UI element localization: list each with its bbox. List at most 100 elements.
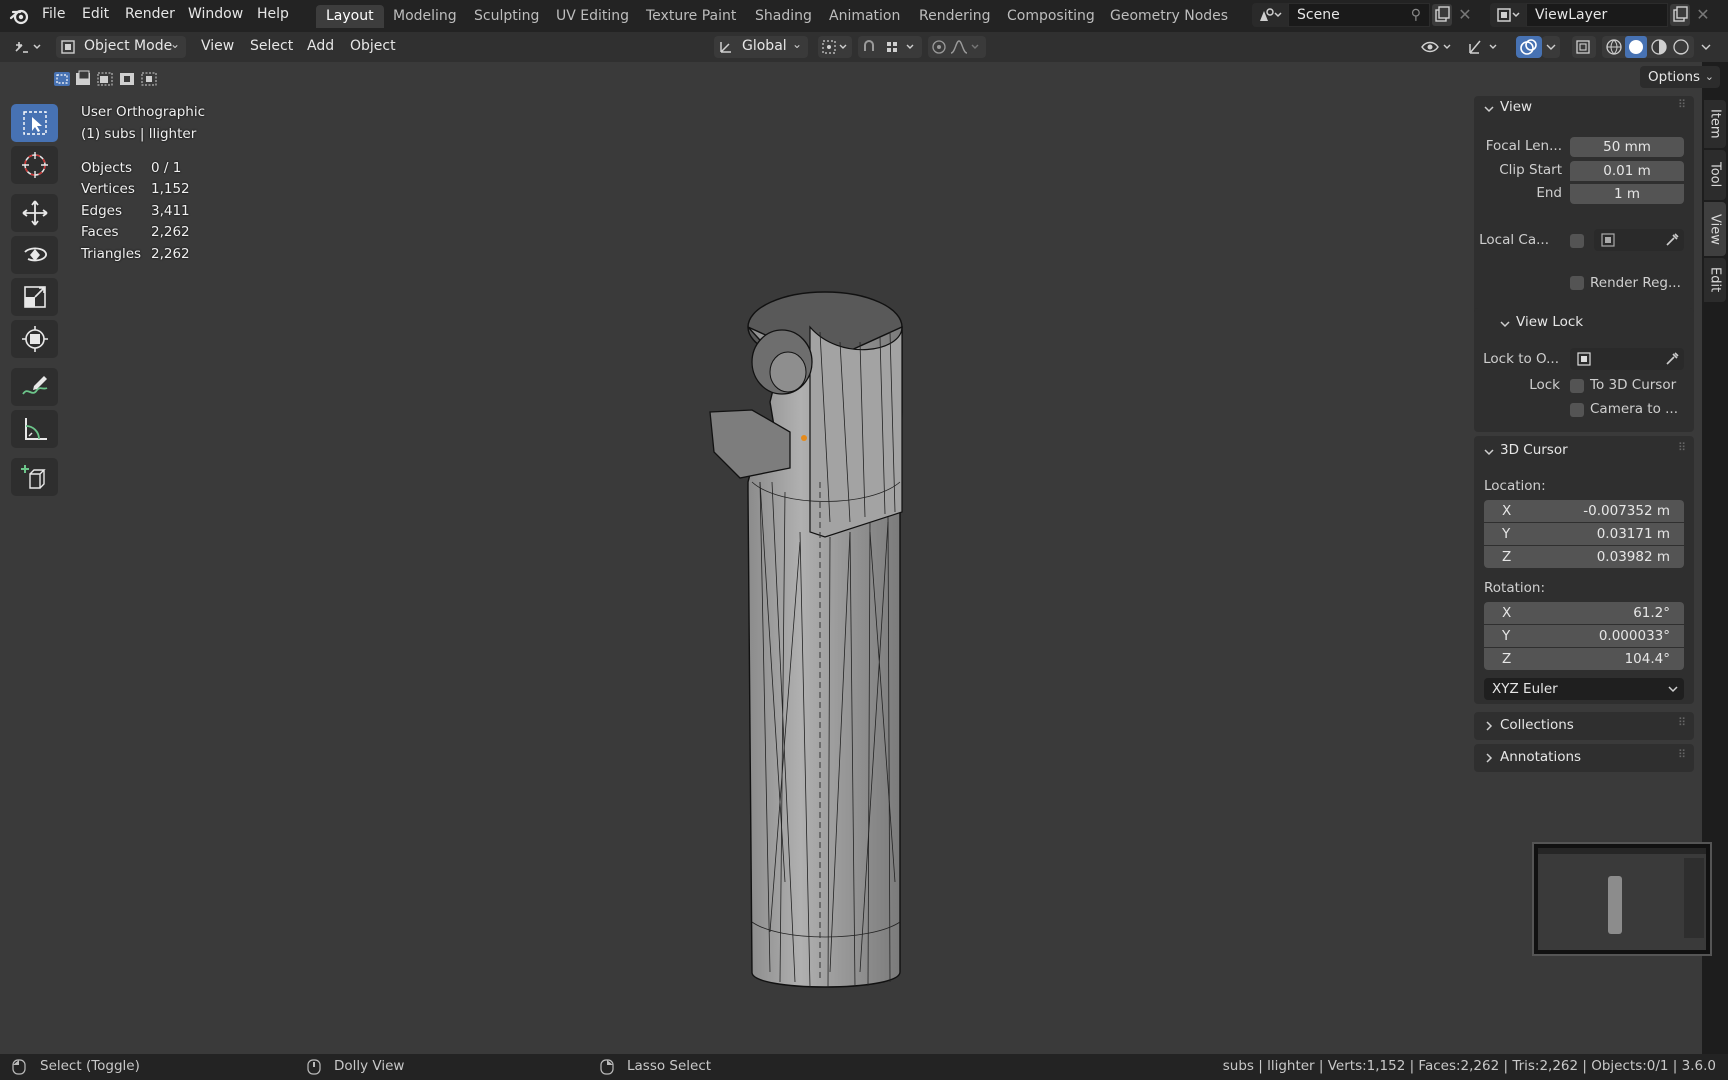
rotation-x-field[interactable]: X 61.2° — [1484, 602, 1684, 624]
chevron-down-icon[interactable] — [1498, 317, 1512, 331]
menu-edit[interactable]: Edit — [82, 6, 109, 22]
view-lock-title[interactable]: View Lock — [1516, 314, 1583, 330]
delete-view-layer-icon[interactable]: ✕ — [1694, 6, 1712, 24]
blender-logo-icon[interactable] — [9, 6, 31, 26]
tab-item[interactable]: Item — [1704, 100, 1726, 148]
location-y-field[interactable]: Y 0.03171 m — [1484, 523, 1684, 545]
scale-tool[interactable] — [11, 278, 58, 316]
selection-mode-icons[interactable] — [52, 70, 166, 88]
rotation-mode-select[interactable]: XYZ Euler — [1484, 678, 1684, 700]
preview-thumbnail[interactable] — [1532, 842, 1712, 956]
annotate-tool[interactable] — [11, 368, 58, 406]
proportional-editing-selector[interactable] — [928, 36, 986, 58]
rotate-tool[interactable] — [11, 236, 58, 274]
rotation-z-field[interactable]: Z 104.4° — [1484, 648, 1684, 670]
lock-camera-checkbox[interactable] — [1570, 403, 1584, 417]
shading-mode-group — [1602, 36, 1694, 58]
chevron-down-icon[interactable] — [1482, 445, 1496, 459]
tab-view[interactable]: View — [1704, 202, 1726, 256]
editor-type-button[interactable] — [10, 36, 46, 58]
menu-window[interactable]: Window — [188, 6, 243, 22]
transform-orientation-selector[interactable]: Global ⌄ — [714, 36, 808, 58]
eyedropper-icon[interactable] — [1664, 351, 1680, 367]
measure-tool[interactable] — [11, 410, 58, 448]
tab-uv-editing[interactable]: UV Editing — [546, 5, 639, 28]
mode-selector[interactable]: Object Mode ⌄ — [56, 36, 186, 58]
menu-render[interactable]: Render — [125, 6, 175, 22]
drag-handle-icon[interactable]: ⠿ — [1678, 748, 1686, 761]
scene-name-field[interactable]: Scene ⚲ — [1288, 3, 1430, 27]
tab-sculpting[interactable]: Sculpting — [464, 5, 549, 28]
wireframe-shading-icon[interactable] — [1604, 38, 1624, 56]
local-camera-checkbox[interactable] — [1570, 234, 1584, 248]
xray-toggle[interactable] — [1572, 36, 1596, 58]
new-view-layer-button[interactable] — [1670, 4, 1690, 26]
overlays-toggle[interactable] — [1516, 36, 1542, 58]
solid-shading-button[interactable] — [1625, 36, 1647, 58]
clip-start-field[interactable]: 0.01 m — [1570, 161, 1684, 181]
view-layer-browse-button[interactable] — [1490, 3, 1526, 27]
options-button[interactable]: Options ⌄ — [1640, 66, 1720, 88]
focal-length-field[interactable]: 50 mm — [1570, 137, 1684, 157]
gizmo-selector[interactable] — [1464, 36, 1504, 58]
local-camera-field[interactable] — [1594, 229, 1684, 251]
3d-cursor-title[interactable]: 3D Cursor — [1500, 442, 1568, 458]
menu-file[interactable]: File — [42, 6, 65, 22]
select-box-tool[interactable] — [11, 104, 58, 142]
tab-texture-paint[interactable]: Texture Paint — [636, 5, 746, 28]
annotations-section[interactable]: Annotations ⠿ — [1474, 744, 1694, 772]
tab-animation[interactable]: Animation — [819, 5, 910, 28]
view-layer-field[interactable]: ViewLayer — [1526, 3, 1668, 27]
lock-to-object-label: Lock to O... — [1483, 351, 1559, 367]
tab-edit[interactable]: Edit — [1704, 258, 1726, 302]
tab-modeling[interactable]: Modeling — [383, 5, 467, 28]
scene-browse-button[interactable] — [1252, 3, 1288, 27]
move-tool[interactable] — [11, 194, 58, 232]
tab-rendering[interactable]: Rendering — [909, 5, 1001, 28]
orientation-icon — [720, 42, 731, 53]
add-menu[interactable]: Add — [307, 38, 334, 54]
snap-selector[interactable] — [858, 36, 922, 58]
overlays-dropdown[interactable] — [1542, 36, 1560, 58]
select-menu[interactable]: Select — [250, 38, 293, 54]
viewport-header: Object Mode ⌄ View Select Add Object Glo… — [0, 32, 1728, 62]
tab-shading[interactable]: Shading — [745, 5, 822, 28]
chevron-down-icon: ⌄ — [791, 37, 802, 51]
visibility-selector[interactable] — [1418, 36, 1458, 58]
location-z-field[interactable]: Z 0.03982 m — [1484, 546, 1684, 568]
shading-dropdown[interactable] — [1696, 36, 1716, 58]
new-scene-button[interactable] — [1432, 4, 1452, 26]
stat-value: 0 / 1 — [151, 160, 182, 176]
cursor-tool[interactable] — [11, 146, 58, 184]
transform-tool[interactable] — [11, 320, 58, 358]
object-menu[interactable]: Object — [350, 38, 396, 54]
rotation-y-field[interactable]: Y 0.000033° — [1484, 625, 1684, 647]
eyedropper-icon[interactable] — [1664, 232, 1680, 248]
clip-end-field[interactable]: 1 m — [1570, 184, 1684, 204]
tab-geometry-nodes[interactable]: Geometry Nodes — [1100, 5, 1238, 28]
pivot-point-selector[interactable] — [818, 36, 852, 58]
lock-cursor-checkbox[interactable] — [1570, 379, 1584, 393]
drag-handle-icon[interactable]: ⠿ — [1678, 716, 1686, 729]
drag-handle-icon[interactable]: ⠿ — [1678, 98, 1686, 111]
menu-help[interactable]: Help — [257, 6, 289, 22]
view-section-title[interactable]: View — [1500, 99, 1532, 115]
tab-tool[interactable]: Tool — [1704, 150, 1726, 200]
lock-to-object-field[interactable] — [1570, 348, 1684, 370]
drag-handle-icon[interactable]: ⠿ — [1678, 441, 1686, 454]
delete-scene-icon[interactable]: ✕ — [1456, 6, 1474, 24]
3d-viewport[interactable]: Options ⌄ User Orthographic (1) subs | l… — [0, 62, 1720, 1054]
view-menu[interactable]: View — [201, 38, 234, 54]
pin-icon[interactable]: ⚲ — [1411, 7, 1421, 23]
location-x-field[interactable]: X -0.007352 m — [1484, 500, 1684, 522]
render-region-checkbox[interactable] — [1570, 276, 1584, 290]
add-cube-tool[interactable] — [11, 458, 58, 496]
tab-layout[interactable]: Layout — [316, 5, 384, 28]
chevron-down-icon[interactable] — [1482, 102, 1496, 116]
material-preview-icon[interactable] — [1649, 38, 1669, 56]
rendered-shading-icon[interactable] — [1671, 38, 1691, 56]
chevron-down-icon: ⌄ — [1704, 70, 1714, 83]
tab-compositing[interactable]: Compositing — [997, 5, 1105, 28]
lighter-mesh[interactable] — [700, 282, 920, 1002]
collections-section[interactable]: Collections ⠿ — [1474, 712, 1694, 740]
